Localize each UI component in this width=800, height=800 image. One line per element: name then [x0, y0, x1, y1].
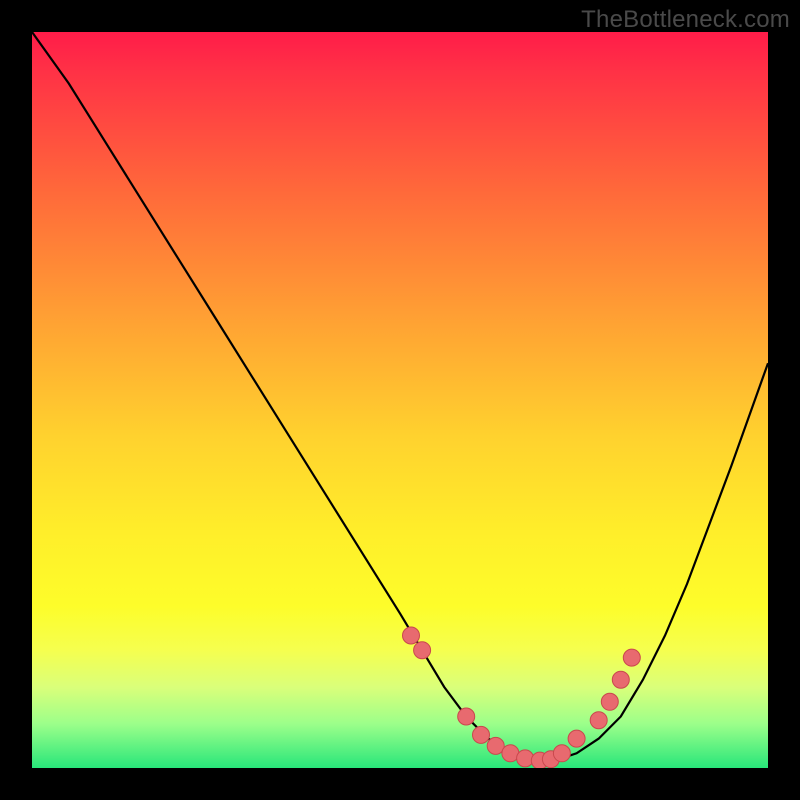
- bottleneck-curve: [32, 32, 768, 761]
- highlight-marker: [568, 730, 585, 747]
- highlight-marker: [590, 712, 607, 729]
- highlight-marker: [403, 627, 420, 644]
- highlight-marker: [458, 708, 475, 725]
- chart-svg: [32, 32, 768, 768]
- watermark-text: TheBottleneck.com: [581, 6, 790, 34]
- highlight-marker: [623, 649, 640, 666]
- highlight-marker: [414, 642, 431, 659]
- highlight-markers: [403, 627, 641, 768]
- highlight-marker: [612, 671, 629, 688]
- highlight-marker: [473, 726, 490, 743]
- highlight-marker: [517, 750, 534, 767]
- highlight-marker: [601, 693, 618, 710]
- highlight-marker: [553, 745, 570, 762]
